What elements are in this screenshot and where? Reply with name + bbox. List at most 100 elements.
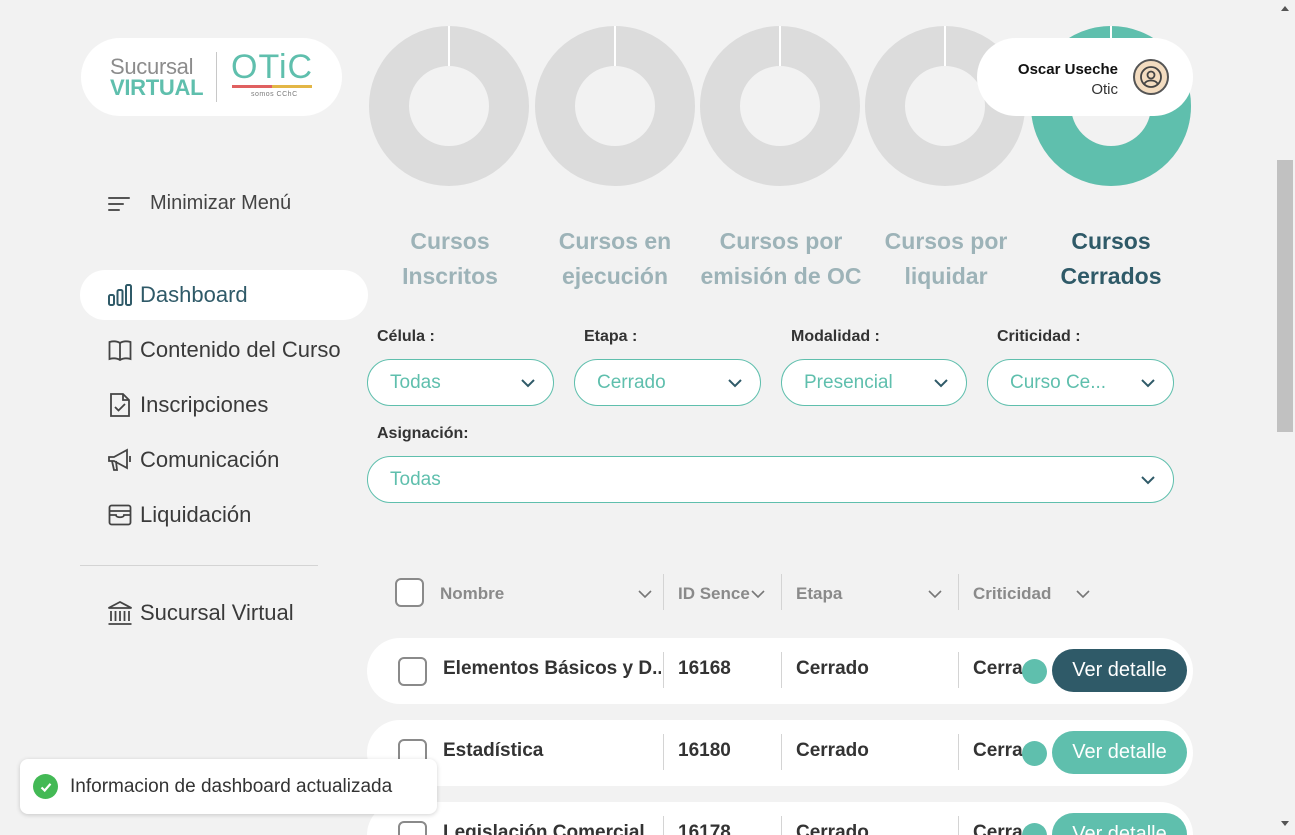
scroll-down-arrow-icon[interactable] xyxy=(1281,821,1289,826)
column-header-etapa[interactable]: Etapa xyxy=(796,584,842,604)
column-divider xyxy=(781,734,782,770)
column-divider xyxy=(781,574,782,610)
modalidad-label: Modalidad : xyxy=(791,328,880,345)
bank-icon xyxy=(107,600,133,626)
toast-notification: Informacion de dashboard actualizada xyxy=(20,759,437,814)
sidebar-item-label: Sucursal Virtual xyxy=(140,600,294,625)
logo-line1: Sucursal xyxy=(110,54,194,79)
cell-etapa: Cerrado xyxy=(796,740,869,761)
cell-nombre: Legislación Comercial xyxy=(443,822,645,835)
logo-divider xyxy=(216,52,217,102)
chevron-down-icon xyxy=(934,379,948,388)
sidebar-item-label: Comunicación xyxy=(140,447,280,472)
megaphone-icon xyxy=(107,447,133,473)
sidebar-item-comunicacion[interactable]: Comunicación xyxy=(80,435,368,485)
summary-donut[interactable] xyxy=(368,25,530,187)
chevron-down-icon xyxy=(728,379,742,388)
criticidad-label: Criticidad : xyxy=(997,328,1081,345)
chevron-down-icon xyxy=(521,379,535,388)
logo-line2: VIRTUAL xyxy=(110,75,204,100)
ver-detalle-button[interactable]: Ver detalle xyxy=(1052,813,1187,835)
toast-message: Informacion de dashboard actualizada xyxy=(70,775,393,797)
asignacion-label: Asignación: xyxy=(377,425,469,442)
chevron-down-icon xyxy=(1141,476,1155,485)
sidebar-item-inscripciones[interactable]: Inscripciones xyxy=(80,380,368,430)
avatar xyxy=(1133,59,1169,95)
criticidad-value: Curso Ce... xyxy=(1010,371,1107,393)
column-header-nombre[interactable]: Nombre xyxy=(440,584,504,604)
column-header-id-sence[interactable]: ID Sence xyxy=(678,584,750,604)
summary-label[interactable]: Cursos por liquidar xyxy=(861,224,1031,294)
user-org: Otic xyxy=(1091,81,1118,98)
row-checkbox[interactable] xyxy=(398,821,427,835)
summary-donut[interactable] xyxy=(534,25,696,187)
cell-id-sence: 16178 xyxy=(678,822,731,835)
logo-tagline: somos CChC xyxy=(251,91,298,98)
sidebar-item-label: Liquidación xyxy=(140,502,252,527)
cell-etapa: Cerrado xyxy=(796,822,869,835)
criticidad-status-dot xyxy=(1022,741,1047,766)
sidebar-item-contenido[interactable]: Contenido del Curso xyxy=(80,325,368,375)
cell-criticidad: Cerra xyxy=(973,658,1023,679)
criticidad-status-dot xyxy=(1022,823,1047,835)
menu-icon xyxy=(108,193,130,215)
etapa-select[interactable]: Cerrado xyxy=(574,359,761,406)
cell-criticidad: Cerra xyxy=(973,740,1023,761)
ver-detalle-button[interactable]: Ver detalle xyxy=(1052,649,1187,692)
scrollbar-thumb[interactable] xyxy=(1277,160,1293,432)
summary-label[interactable]: Cursos Inscritos xyxy=(365,224,535,294)
scrollbar[interactable] xyxy=(1275,0,1295,835)
column-header-criticidad[interactable]: Criticidad xyxy=(973,584,1051,604)
celula-select[interactable]: Todas xyxy=(367,359,554,406)
summary-label[interactable]: Cursos en ejecución xyxy=(530,224,700,294)
column-divider xyxy=(663,816,664,835)
chevron-down-icon[interactable] xyxy=(637,588,653,600)
cell-criticidad: Cerra xyxy=(973,822,1023,835)
summary-label[interactable]: Cursos Cerrados xyxy=(1026,224,1196,294)
book-icon xyxy=(107,337,133,363)
column-divider xyxy=(958,652,959,688)
chevron-down-icon xyxy=(1141,379,1155,388)
cell-etapa: Cerrado xyxy=(796,658,869,679)
sidebar-nav: Dashboard Contenido del Curso Inscripcio… xyxy=(80,270,368,545)
ver-detalle-button[interactable]: Ver detalle xyxy=(1052,731,1187,774)
row-checkbox[interactable] xyxy=(398,657,427,686)
column-divider xyxy=(958,816,959,835)
logo-text: Sucursal VIRTUAL xyxy=(110,54,204,100)
chevron-down-icon[interactable] xyxy=(927,588,943,600)
chevron-down-icon[interactable] xyxy=(1075,588,1091,600)
user-name: Oscar Useche xyxy=(1017,61,1118,78)
sidebar-item-label: Inscripciones xyxy=(140,392,269,417)
chevron-down-icon[interactable] xyxy=(750,588,766,600)
user-menu[interactable]: Oscar Useche Otic xyxy=(977,38,1193,116)
archive-icon xyxy=(107,502,133,528)
table-header: Nombre ID Sence Etapa Criticidad xyxy=(367,574,1193,614)
criticidad-select[interactable]: Curso Ce... xyxy=(987,359,1174,406)
sidebar-item-liquidacion[interactable]: Liquidación xyxy=(80,490,368,540)
celula-value: Todas xyxy=(390,371,441,393)
column-divider xyxy=(781,652,782,688)
logo[interactable]: Sucursal VIRTUAL OTiC somos CChC xyxy=(81,38,342,116)
sidebar-item-label: Dashboard xyxy=(140,282,248,307)
table-row: Estadística 16180 Cerrado Cerra Ver deta… xyxy=(367,720,1193,786)
cell-nombre: Estadística xyxy=(443,740,544,761)
select-all-checkbox[interactable] xyxy=(395,578,424,607)
summary-donut[interactable] xyxy=(699,25,861,187)
minimize-menu-button[interactable]: Minimizar Menú xyxy=(108,192,291,215)
minimize-menu-label: Minimizar Menú xyxy=(150,192,292,214)
column-divider xyxy=(958,574,959,610)
scroll-up-arrow-icon[interactable] xyxy=(1281,6,1289,11)
sidebar-divider xyxy=(80,565,318,566)
column-divider xyxy=(663,652,664,688)
column-divider xyxy=(663,734,664,770)
file-check-icon xyxy=(107,392,133,418)
table-row: Elementos Básicos y D... 16168 Cerrado C… xyxy=(367,638,1193,704)
celula-label: Célula : xyxy=(377,328,435,345)
etapa-label: Etapa : xyxy=(584,328,638,345)
sidebar-item-dashboard[interactable]: Dashboard xyxy=(80,270,368,320)
modalidad-select[interactable]: Presencial xyxy=(781,359,967,406)
sidebar-item-sucursal-virtual[interactable]: Sucursal Virtual xyxy=(107,600,294,626)
summary-label[interactable]: Cursos por emisión de OC xyxy=(696,224,866,294)
asignacion-select[interactable]: Todas xyxy=(367,456,1174,503)
column-divider xyxy=(781,816,782,835)
